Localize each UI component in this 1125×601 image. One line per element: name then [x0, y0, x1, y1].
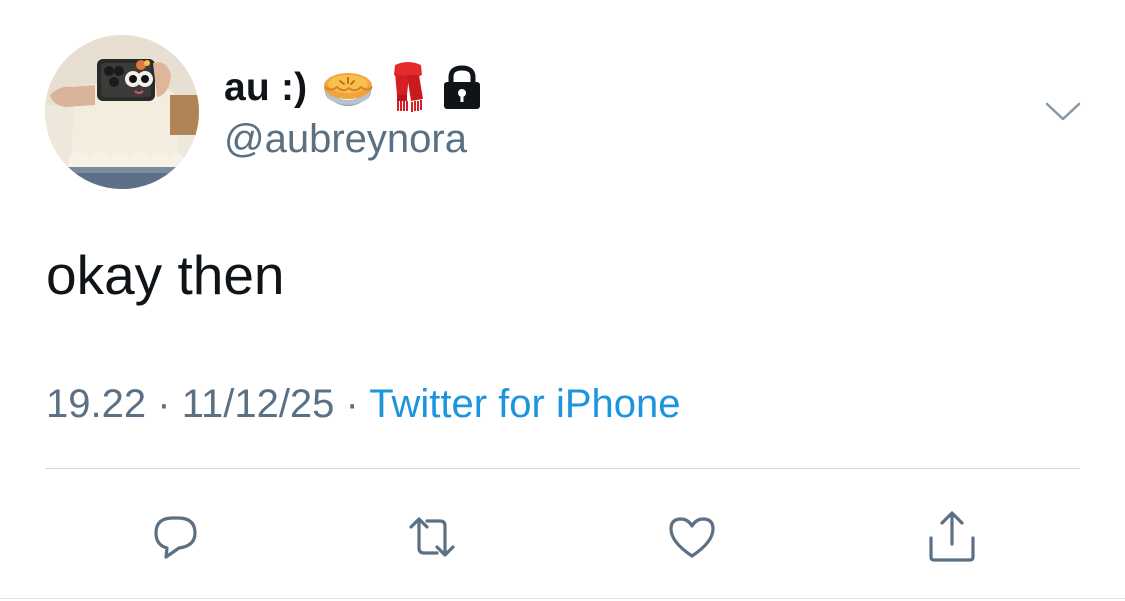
tweet-date: 11/12/25: [181, 382, 335, 426]
share-icon: [929, 511, 975, 562]
tweet-time: 19.22: [46, 382, 147, 426]
display-name: au :): [224, 66, 308, 109]
like-icon: [669, 517, 715, 558]
reply-button[interactable]: [143, 505, 207, 569]
profile-avatar[interactable]: [45, 35, 199, 189]
lock-icon: [441, 65, 483, 111]
meta-separator: ·: [345, 382, 359, 426]
author-handle[interactable]: @aubreynora: [224, 117, 467, 162]
tweet-text: okay then: [46, 244, 285, 306]
reply-icon: [154, 516, 197, 559]
tweet-meta: 19.22 · 11/12/25 · Twitter for iPhone: [46, 382, 681, 427]
chevron-down-icon[interactable]: [1044, 100, 1082, 124]
like-button[interactable]: [660, 505, 724, 569]
retweet-button[interactable]: [400, 505, 464, 569]
pie-icon: [321, 66, 375, 110]
retweet-icon: [409, 517, 455, 557]
meta-separator: ·: [157, 382, 171, 426]
scarf-icon: [389, 61, 427, 115]
share-button[interactable]: [920, 505, 984, 569]
divider: [45, 468, 1080, 469]
avatar-photo: [45, 35, 199, 189]
tweet-source-link[interactable]: Twitter for iPhone: [369, 382, 680, 426]
author-name-row[interactable]: au :): [224, 62, 483, 114]
bottom-divider: [0, 598, 1125, 599]
